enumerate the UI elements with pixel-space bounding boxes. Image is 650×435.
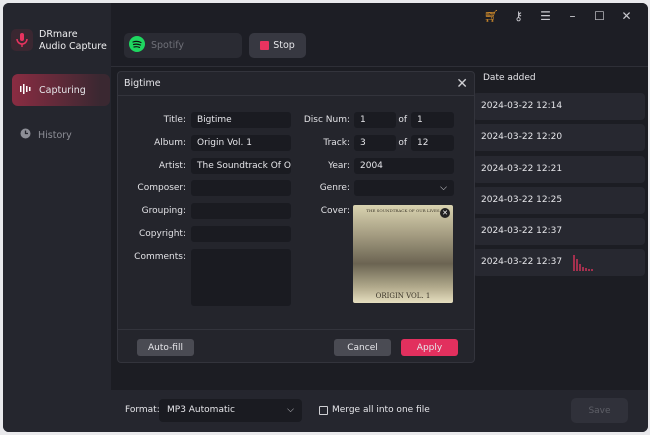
date-added: 2024-03-22 12:20 [481, 132, 563, 143]
composer-field[interactable] [191, 180, 291, 196]
clock-icon [20, 128, 31, 142]
top-bar: 🛒︎ ⚷ ☰ – ☐ ✕ Spotify Stop [111, 3, 648, 67]
app-name: DRmare Audio Capture [39, 29, 107, 53]
sidebar-item-history[interactable]: History [12, 119, 110, 151]
key-icon[interactable]: ⚷ [505, 9, 532, 23]
chevron-down-icon: ⌵ [287, 405, 294, 415]
date-added: 2024-03-22 12:37 [481, 226, 563, 237]
list-item[interactable]: 2024-03-22 12:37 [473, 249, 645, 277]
stop-label: Stop [273, 40, 295, 51]
cart-icon[interactable]: 🛒︎ [478, 9, 505, 23]
sidebar-item-label: History [38, 129, 72, 141]
comments-label: Comments: [134, 252, 186, 262]
close-icon[interactable]: ✕ [613, 9, 640, 23]
sidebar: DRmare Audio Capture Capturing History [3, 3, 111, 432]
date-added: 2024-03-22 12:37 [481, 257, 563, 268]
bottom-bar: Format: MP3 Automatic ⌵ Merge all into on… [111, 390, 648, 432]
format-value: MP3 Automatic [167, 405, 235, 415]
list-item[interactable]: 2024-03-22 12:21 [473, 155, 645, 183]
date-added: 2024-03-22 12:25 [481, 194, 563, 205]
cancel-button[interactable]: Cancel [334, 339, 391, 356]
apply-label: Apply [416, 342, 443, 353]
remove-cover-icon[interactable]: ✕ [440, 208, 450, 218]
minimize-icon[interactable]: – [559, 9, 586, 23]
artist-label: Artist: [158, 161, 186, 171]
edit-tags-dialog: Bigtime ✕ Title: Bigtime Album: Origin Vo… [117, 71, 475, 363]
chevron-down-icon: ⌵ [440, 183, 447, 193]
cancel-label: Cancel [347, 342, 378, 353]
grouping-label: Grouping: [141, 206, 186, 216]
disc-label: Disc Num: [303, 115, 350, 125]
title-label: Title: [163, 115, 186, 125]
copyright-field[interactable] [191, 226, 291, 242]
cover-image[interactable]: THE SOUNDTRACK OF OUR LIVES ORIGIN VOL. … [353, 205, 453, 303]
dialog-title: Bigtime [124, 78, 161, 89]
waveform-icon [20, 83, 32, 98]
track-total-field[interactable]: 12 [411, 135, 454, 151]
list-item[interactable]: 2024-03-22 12:37 [473, 218, 645, 246]
app-logo-icon [11, 29, 33, 51]
of-label: of [398, 138, 407, 148]
recording-level-icon [573, 255, 593, 272]
merge-checkbox[interactable]: Merge all into one file [319, 405, 430, 415]
artist-field[interactable]: The Soundtrack Of Our Lives [191, 158, 291, 174]
dialog-footer-divider [118, 329, 474, 330]
source-selector[interactable]: Spotify [124, 33, 242, 58]
stop-icon [260, 41, 270, 50]
disc-total-field[interactable]: 1 [411, 112, 454, 128]
cover-text: ORIGIN VOL. 1 [375, 292, 431, 300]
menu-icon[interactable]: ☰ [532, 9, 559, 23]
apply-button[interactable]: Apply [401, 339, 458, 356]
list-item[interactable]: 2024-03-22 12:14 [473, 93, 645, 120]
date-added: 2024-03-22 12:21 [481, 163, 563, 174]
format-label: Format: [125, 405, 160, 415]
save-label: Save [588, 405, 611, 416]
column-header-date-added[interactable]: Date added [473, 67, 645, 93]
date-added: 2024-03-22 12:14 [481, 101, 563, 111]
composer-label: Composer: [137, 183, 186, 193]
title-field[interactable]: Bigtime [191, 112, 291, 128]
app-name-line2: Audio Capture [39, 41, 107, 52]
source-label: Spotify [151, 40, 185, 51]
close-icon[interactable]: ✕ [456, 72, 468, 96]
comments-field[interactable] [191, 249, 291, 306]
year-field[interactable]: 2004 [354, 158, 454, 174]
list-item[interactable]: 2024-03-22 12:25 [473, 186, 645, 214]
stop-button[interactable]: Stop [249, 33, 306, 58]
cover-top-text: THE SOUNDTRACK OF OUR LIVES [366, 208, 440, 213]
cover-label: Cover: [320, 206, 350, 216]
copyright-label: Copyright: [138, 229, 186, 239]
track-label: Track: [323, 138, 350, 148]
of-label: of [398, 115, 407, 125]
autofill-label: Auto-fill [148, 342, 183, 353]
window-controls: 🛒︎ ⚷ ☰ – ☐ ✕ [478, 9, 640, 23]
album-label: Album: [154, 138, 186, 148]
app-window: DRmare Audio Capture Capturing History 🛒︎… [3, 3, 648, 432]
merge-label: Merge all into one file [332, 405, 430, 415]
checkbox-icon[interactable] [319, 405, 328, 415]
genre-select[interactable]: ⌵ [354, 180, 454, 196]
sidebar-item-capturing[interactable]: Capturing [12, 74, 110, 106]
year-label: Year: [328, 161, 350, 171]
grouping-field[interactable] [191, 203, 291, 219]
album-field[interactable]: Origin Vol. 1 [191, 135, 291, 151]
save-button[interactable]: Save [571, 398, 628, 423]
track-field[interactable]: 3 [354, 135, 396, 151]
spotify-icon [129, 36, 145, 55]
format-select[interactable]: MP3 Automatic ⌵ [159, 399, 302, 422]
capture-list: Date added 2024-03-22 12:14 2024-03-22 1… [473, 67, 645, 281]
sidebar-item-label: Capturing [39, 84, 86, 96]
list-item[interactable]: 2024-03-22 12:20 [473, 124, 645, 152]
autofill-button[interactable]: Auto-fill [137, 339, 194, 356]
app-name-line1: DRmare [39, 29, 78, 40]
dialog-title-bar: Bigtime ✕ [118, 72, 474, 96]
maximize-icon[interactable]: ☐ [586, 9, 613, 23]
disc-field[interactable]: 1 [354, 112, 396, 128]
genre-label: Genre: [319, 183, 350, 193]
